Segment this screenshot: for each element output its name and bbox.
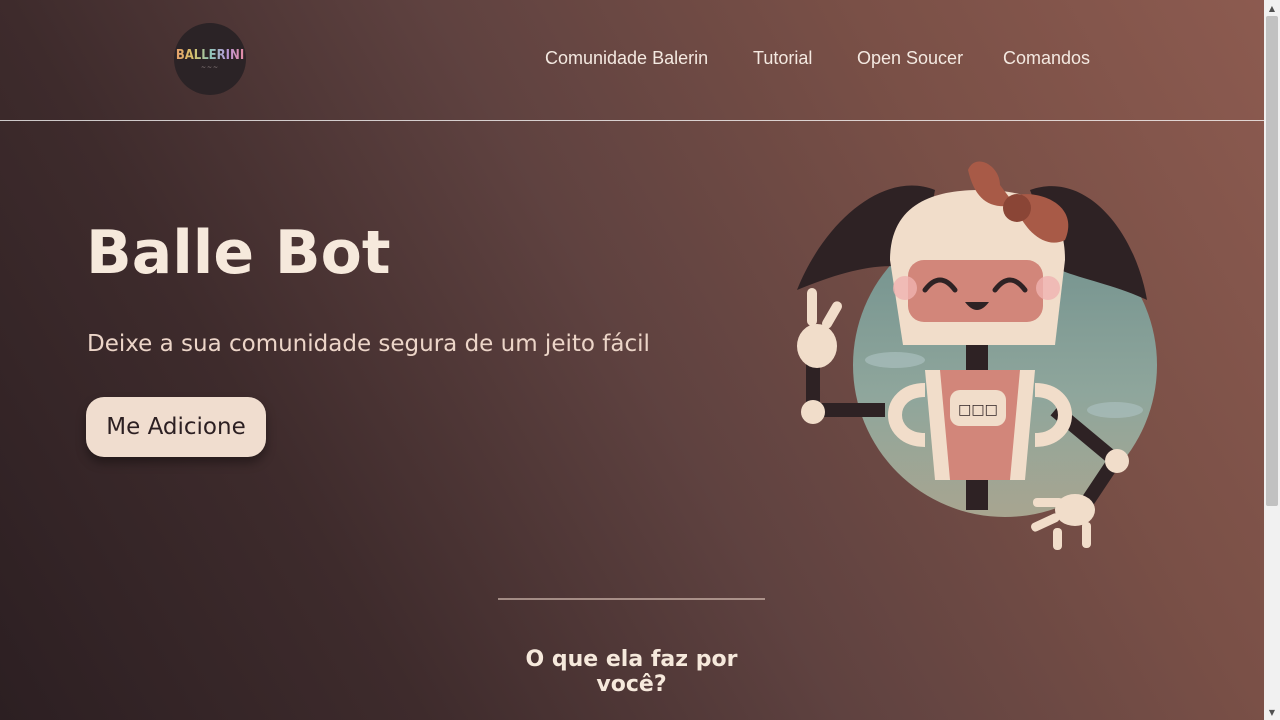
main-nav: Comunidade Balerin Tutorial Open Soucer … <box>0 48 1264 74</box>
nav-link-comunidade-balerin[interactable]: Comunidade Balerin <box>545 48 708 69</box>
site-header: BALLERINI ~~~ Comunidade Balerin Tutoria… <box>0 0 1264 121</box>
page-scrollbar[interactable]: ▲ ▼ <box>1264 0 1280 720</box>
hero-title: Balle Bot <box>86 218 391 288</box>
left-hand <box>797 288 842 368</box>
nav-link-comandos[interactable]: Comandos <box>1003 48 1090 69</box>
cloud <box>1087 402 1143 418</box>
robot-illustration: □□□ <box>797 161 1157 550</box>
hero-subtitle: Deixe a sua comunidade segura de um jeit… <box>87 331 650 357</box>
right-hand <box>1031 494 1095 550</box>
right-elbow <box>1105 449 1129 473</box>
page: BALLERINI ~~~ Comunidade Balerin Tutoria… <box>0 0 1264 720</box>
section-divider <box>498 598 765 600</box>
cheek-right <box>1036 276 1060 300</box>
scroll-thumb[interactable] <box>1266 16 1278 506</box>
scroll-down-icon[interactable]: ▼ <box>1264 704 1280 720</box>
cheek-left <box>893 276 917 300</box>
chest-display-text: □□□ <box>958 402 998 418</box>
left-elbow <box>801 400 825 424</box>
section-title: O que ela faz por você? <box>525 647 738 697</box>
cloud <box>865 352 925 368</box>
nav-link-open-soucer[interactable]: Open Soucer <box>857 48 963 69</box>
nav-link-tutorial[interactable]: Tutorial <box>753 48 812 69</box>
add-bot-button[interactable]: Me Adicione <box>86 397 266 457</box>
scroll-up-icon[interactable]: ▲ <box>1264 0 1280 16</box>
